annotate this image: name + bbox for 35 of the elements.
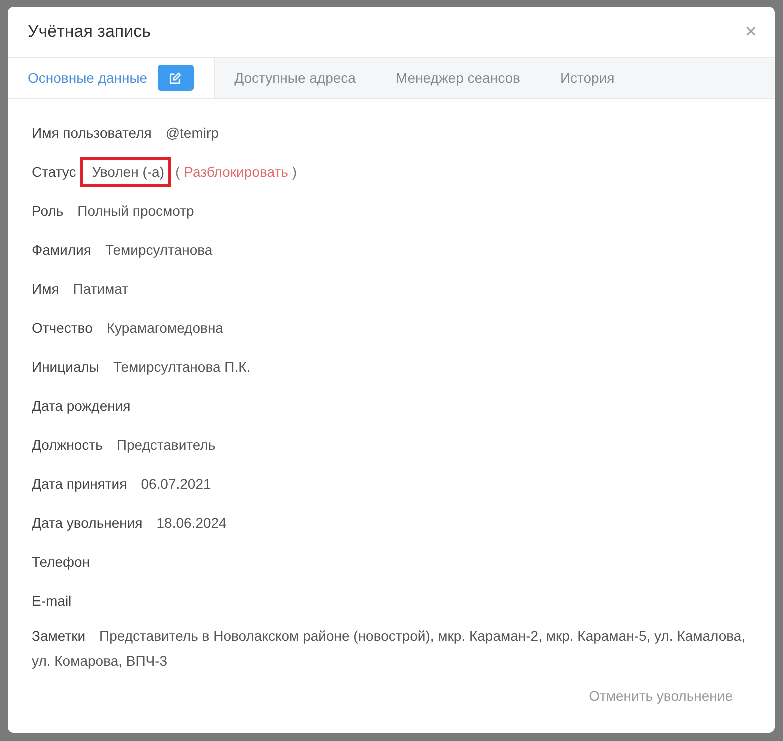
notes-text: Заметки Представитель в Новолакском районе (новострой), мкр. Караман-2, мкр. Караман-5, ул. Камалова, ул. Комарова, ВПЧ-3 (32, 627, 747, 671)
edit-icon (169, 72, 182, 84)
field-label: Фамилия (32, 242, 92, 258)
field-label: Дата рождения (32, 398, 131, 414)
field-value: Представитель (116, 436, 216, 455)
field-value: 18.06.2024 (156, 514, 227, 532)
field-label: Роль (32, 202, 64, 218)
edit-button[interactable] (158, 65, 194, 91)
field-label: Отчество (32, 320, 93, 336)
cancel-dismissal-link[interactable]: Отменить увольнение (589, 688, 733, 704)
field-value: Патимат (73, 280, 129, 298)
field-value: Темирсултанова (105, 240, 213, 260)
field-label: Имя (32, 280, 60, 296)
field-label: Статус (32, 164, 76, 180)
field-value: Темирсултанова П.К. (113, 358, 251, 377)
field-value: @temirp (166, 124, 219, 143)
parenthesis: ) (292, 164, 298, 180)
tab[interactable]: Менеджер сеансов (396, 70, 520, 86)
dialog-title: Учётная запись (28, 22, 151, 42)
field-label: Дата принятия (32, 476, 128, 492)
parenthesis: ( (175, 164, 180, 180)
field-label: Должность (32, 436, 103, 452)
field-label: Дата увольнения (32, 514, 143, 530)
field-label: Телефон (32, 554, 90, 570)
status-value: Уволен (-а) (80, 156, 172, 186)
field-label: Инициалы (32, 358, 100, 374)
field-label: E-mail (32, 592, 72, 608)
field-value: Полный просмотр (78, 202, 194, 221)
field-label: Имя пользователя (32, 124, 152, 140)
field-value: Курамагомедовна (106, 318, 224, 338)
unblock-link[interactable]: Разблокировать (184, 164, 288, 180)
tab[interactable]: Доступные адреса (234, 70, 356, 86)
tab[interactable]: История (560, 70, 615, 86)
field-value: 06.07.2021 (141, 474, 212, 494)
close-button[interactable]: × (743, 22, 759, 42)
